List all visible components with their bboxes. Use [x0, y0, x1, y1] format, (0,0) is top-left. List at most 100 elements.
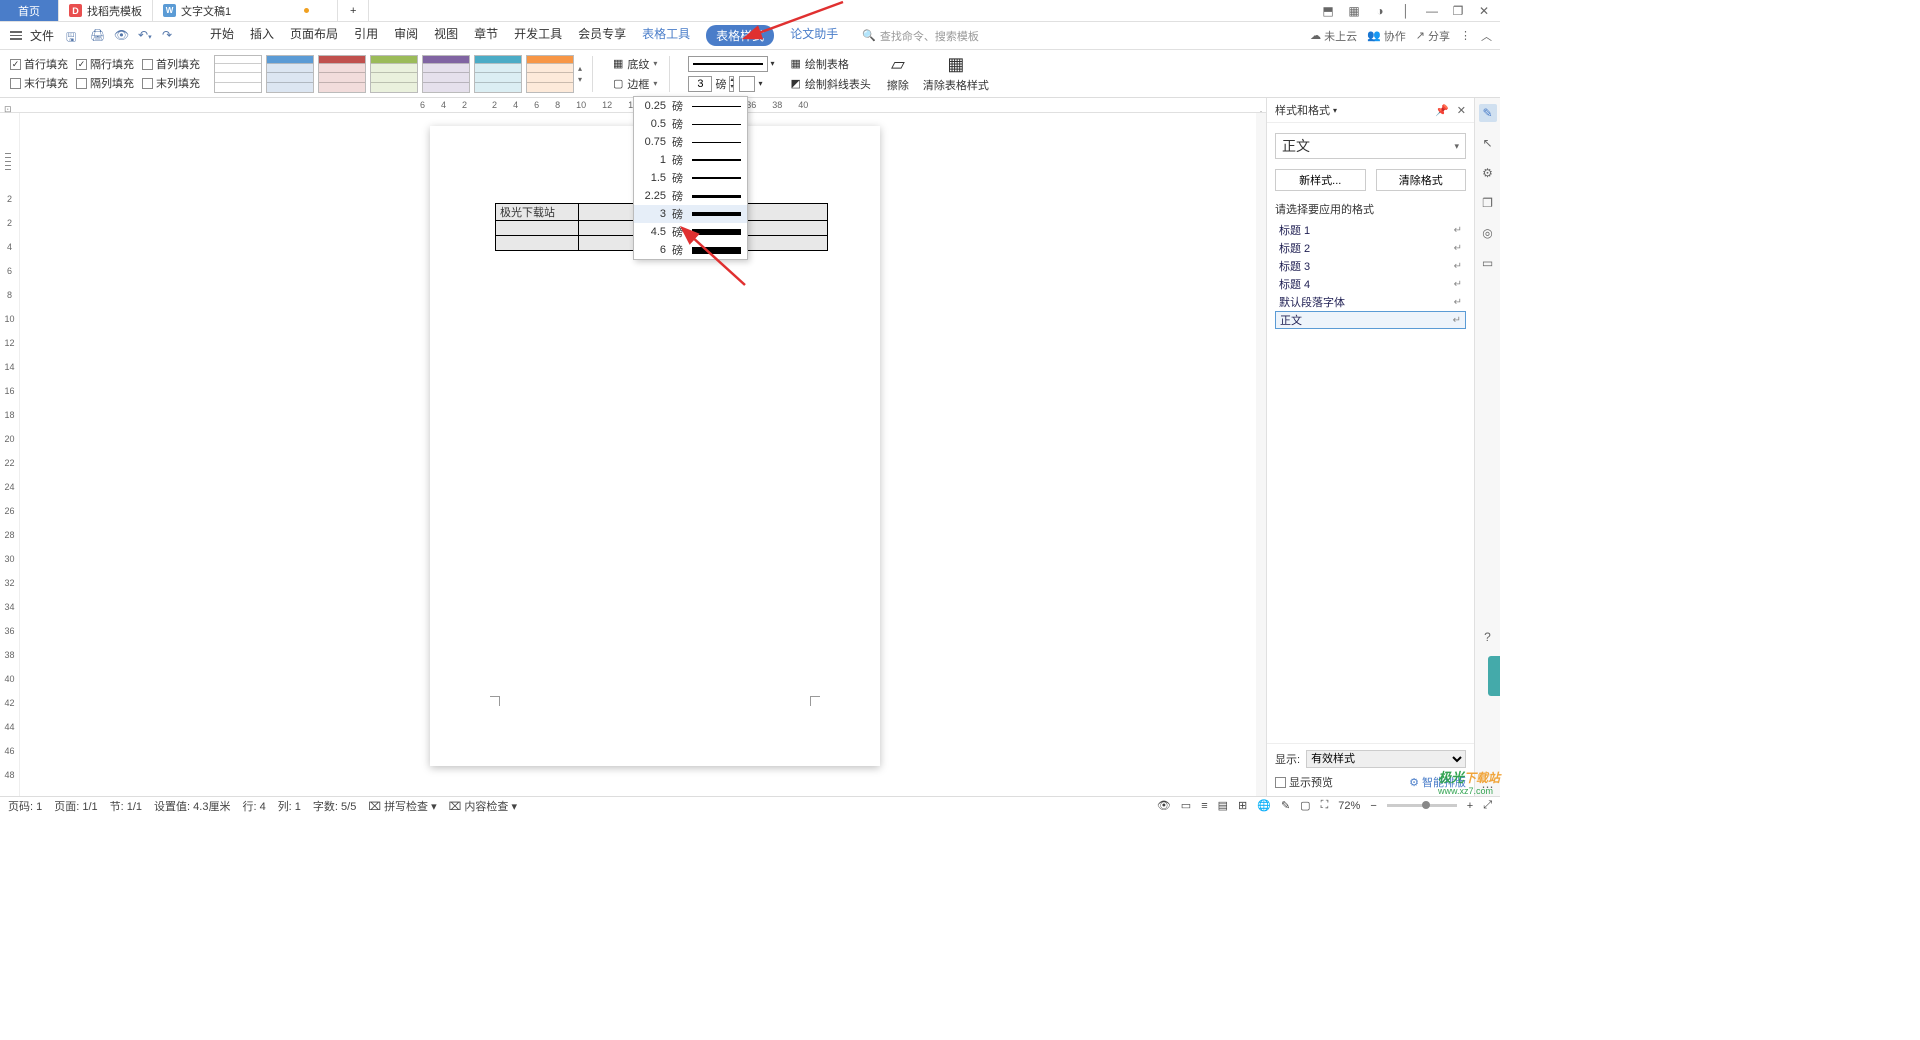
weight-spinner[interactable]: ▴▾ — [729, 76, 734, 92]
style-item[interactable]: 标题 4↵ — [1275, 275, 1466, 293]
grid-icon[interactable]: ▦ — [1346, 3, 1362, 19]
style-item[interactable]: 标题 2↵ — [1275, 239, 1466, 257]
table-styles-gallery[interactable]: ▴▾ — [214, 55, 582, 93]
sidebar-settings-icon[interactable]: ⚙ — [1479, 164, 1497, 182]
undo-icon[interactable]: ↶▾ — [138, 28, 154, 44]
show-select[interactable]: 有效样式 — [1306, 750, 1466, 768]
zoom-slider[interactable] — [1387, 804, 1457, 807]
zoom-out-button[interactable]: − — [1370, 800, 1376, 812]
chk-alt-row[interactable]: 隔行填充 — [76, 56, 134, 72]
status-col[interactable]: 列: 1 — [278, 798, 301, 814]
cooperate-button[interactable]: 👥 协作 — [1367, 28, 1406, 44]
vertical-scrollbar[interactable] — [1256, 113, 1266, 796]
menu-section[interactable]: 章节 — [474, 25, 498, 46]
style-blue[interactable] — [266, 55, 314, 93]
menu-table-tools[interactable]: 表格工具 — [642, 25, 690, 46]
menu-review[interactable]: 审阅 — [394, 25, 418, 46]
chk-last-col[interactable]: 末列填充 — [142, 75, 200, 91]
style-item[interactable]: 标题 3↵ — [1275, 257, 1466, 275]
status-page-no[interactable]: 页码: 1 — [8, 798, 42, 814]
sidebar-help-icon[interactable]: ? — [1479, 628, 1497, 646]
panel-close-icon[interactable]: ✕ — [1457, 104, 1466, 117]
weight-option-0.75[interactable]: 0.75磅 — [634, 133, 747, 151]
table-cell-2-3[interactable] — [745, 236, 828, 251]
tab-add[interactable]: + — [338, 0, 369, 21]
sidebar-location-icon[interactable]: ◎ — [1479, 224, 1497, 242]
tab-templates[interactable]: D 找稻壳模板 — [59, 0, 153, 21]
weight-option-1[interactable]: 1磅 — [634, 151, 747, 169]
status-page[interactable]: 页面: 1/1 — [54, 798, 97, 814]
skin-icon[interactable]: ◑ — [1372, 3, 1388, 19]
menu-page-layout[interactable]: 页面布局 — [290, 25, 338, 46]
table-cell-0-0[interactable]: 极光下载站 — [496, 204, 579, 221]
line-weight-input[interactable]: 磅 ▴▾ ▾ — [688, 76, 774, 92]
style-plain[interactable] — [214, 55, 262, 93]
status-position[interactable]: 设置值: 4.3厘米 — [154, 798, 230, 814]
collapse-ribbon-icon[interactable]: ︿ — [1481, 28, 1492, 44]
chk-first-row[interactable]: 首行填充 — [10, 56, 68, 72]
shading-button[interactable]: ▦底纹▾ — [611, 55, 659, 73]
table-cell-0-3[interactable] — [745, 204, 828, 221]
menu-references[interactable]: 引用 — [354, 25, 378, 46]
menu-view[interactable]: 视图 — [434, 25, 458, 46]
border-button[interactable]: ▢边框▾ — [611, 75, 659, 93]
style-cyan[interactable] — [474, 55, 522, 93]
table-cell-1-0[interactable] — [496, 221, 579, 236]
tab-document[interactable]: 文字文稿1 — [153, 0, 338, 21]
style-item[interactable]: 正文↵ — [1275, 311, 1466, 329]
chk-alt-col[interactable]: 隔列填充 — [76, 75, 134, 91]
status-spell[interactable]: ⌧ 拼写检查 ▾ — [368, 798, 436, 814]
more-icon[interactable]: ⋮ — [1460, 29, 1471, 42]
weight-option-3[interactable]: 3磅 — [634, 205, 747, 223]
weight-value-field[interactable] — [688, 76, 712, 92]
style-item[interactable]: 默认段落字体↵ — [1275, 293, 1466, 311]
draw-diagonal-button[interactable]: ◩绘制斜线表头 — [788, 75, 872, 93]
print-direct-icon[interactable]: 🖨 — [90, 28, 106, 44]
redo-icon[interactable]: ↷ — [162, 28, 178, 44]
new-style-button[interactable]: 新样式... — [1275, 169, 1366, 191]
status-content[interactable]: ⌧ 内容检查 ▾ — [449, 798, 517, 814]
clear-format-button[interactable]: 清除格式 — [1376, 169, 1467, 191]
status-view-read-icon[interactable]: ⊞ — [1238, 799, 1247, 812]
style-red[interactable] — [318, 55, 366, 93]
status-globe-icon[interactable]: 🌐 — [1257, 799, 1271, 812]
current-style-combo[interactable]: 正文 ▾ — [1275, 133, 1466, 159]
status-zoom-value[interactable]: 72% — [1338, 800, 1360, 812]
zoom-in-button[interactable]: + — [1467, 800, 1473, 812]
minimize-button[interactable]: — — [1424, 3, 1440, 19]
style-item[interactable]: 标题 1↵ — [1275, 221, 1466, 239]
sidebar-read-icon[interactable]: ▭ — [1479, 254, 1497, 272]
status-expand-icon[interactable]: ⤢ — [1483, 799, 1492, 812]
layout-icon[interactable]: ⬒ — [1320, 3, 1336, 19]
chk-first-col[interactable]: 首列填充 — [142, 56, 200, 72]
table-cell-2-0[interactable] — [496, 236, 579, 251]
menu-insert[interactable]: 插入 — [250, 25, 274, 46]
share-button[interactable]: ↗ 分享 — [1416, 28, 1450, 44]
chk-last-row[interactable]: 末行填充 — [10, 75, 68, 91]
status-row[interactable]: 行: 4 — [242, 798, 265, 814]
tab-home[interactable]: 首页 — [0, 0, 59, 21]
sidebar-tab-handle[interactable] — [1488, 656, 1500, 696]
eraser-icon[interactable]: ▱ — [891, 54, 905, 75]
menu-member[interactable]: 会员专享 — [578, 25, 626, 46]
cloud-status[interactable]: ☁ 未上云 — [1310, 28, 1357, 44]
line-style-preview[interactable] — [688, 56, 768, 72]
gallery-scroll[interactable]: ▴▾ — [578, 55, 582, 93]
table-cell-1-3[interactable] — [745, 221, 828, 236]
weight-option-0.5[interactable]: 0.5磅 — [634, 115, 747, 133]
clear-style-icon[interactable]: ▦ — [947, 54, 964, 75]
status-chars[interactable]: 字数: 5/5 — [313, 798, 356, 814]
weight-option-0.25[interactable]: 0.25磅 — [634, 97, 747, 115]
status-section[interactable]: 节: 1/1 — [110, 798, 142, 814]
style-purple[interactable] — [422, 55, 470, 93]
close-button[interactable]: ✕ — [1476, 3, 1492, 19]
pin-icon[interactable]: 📌 — [1435, 104, 1449, 117]
save-icon[interactable]: 🖫 — [66, 28, 82, 44]
weight-option-1.5[interactable]: 1.5磅 — [634, 169, 747, 187]
show-preview-check[interactable]: 显示预览 — [1275, 774, 1333, 790]
print-preview-icon[interactable]: 👁 — [114, 28, 130, 44]
weight-option-2.25[interactable]: 2.25磅 — [634, 187, 747, 205]
status-view-web-icon[interactable]: ▤ — [1218, 799, 1228, 812]
style-orange[interactable] — [526, 55, 574, 93]
hamburger-icon[interactable] — [8, 29, 24, 42]
